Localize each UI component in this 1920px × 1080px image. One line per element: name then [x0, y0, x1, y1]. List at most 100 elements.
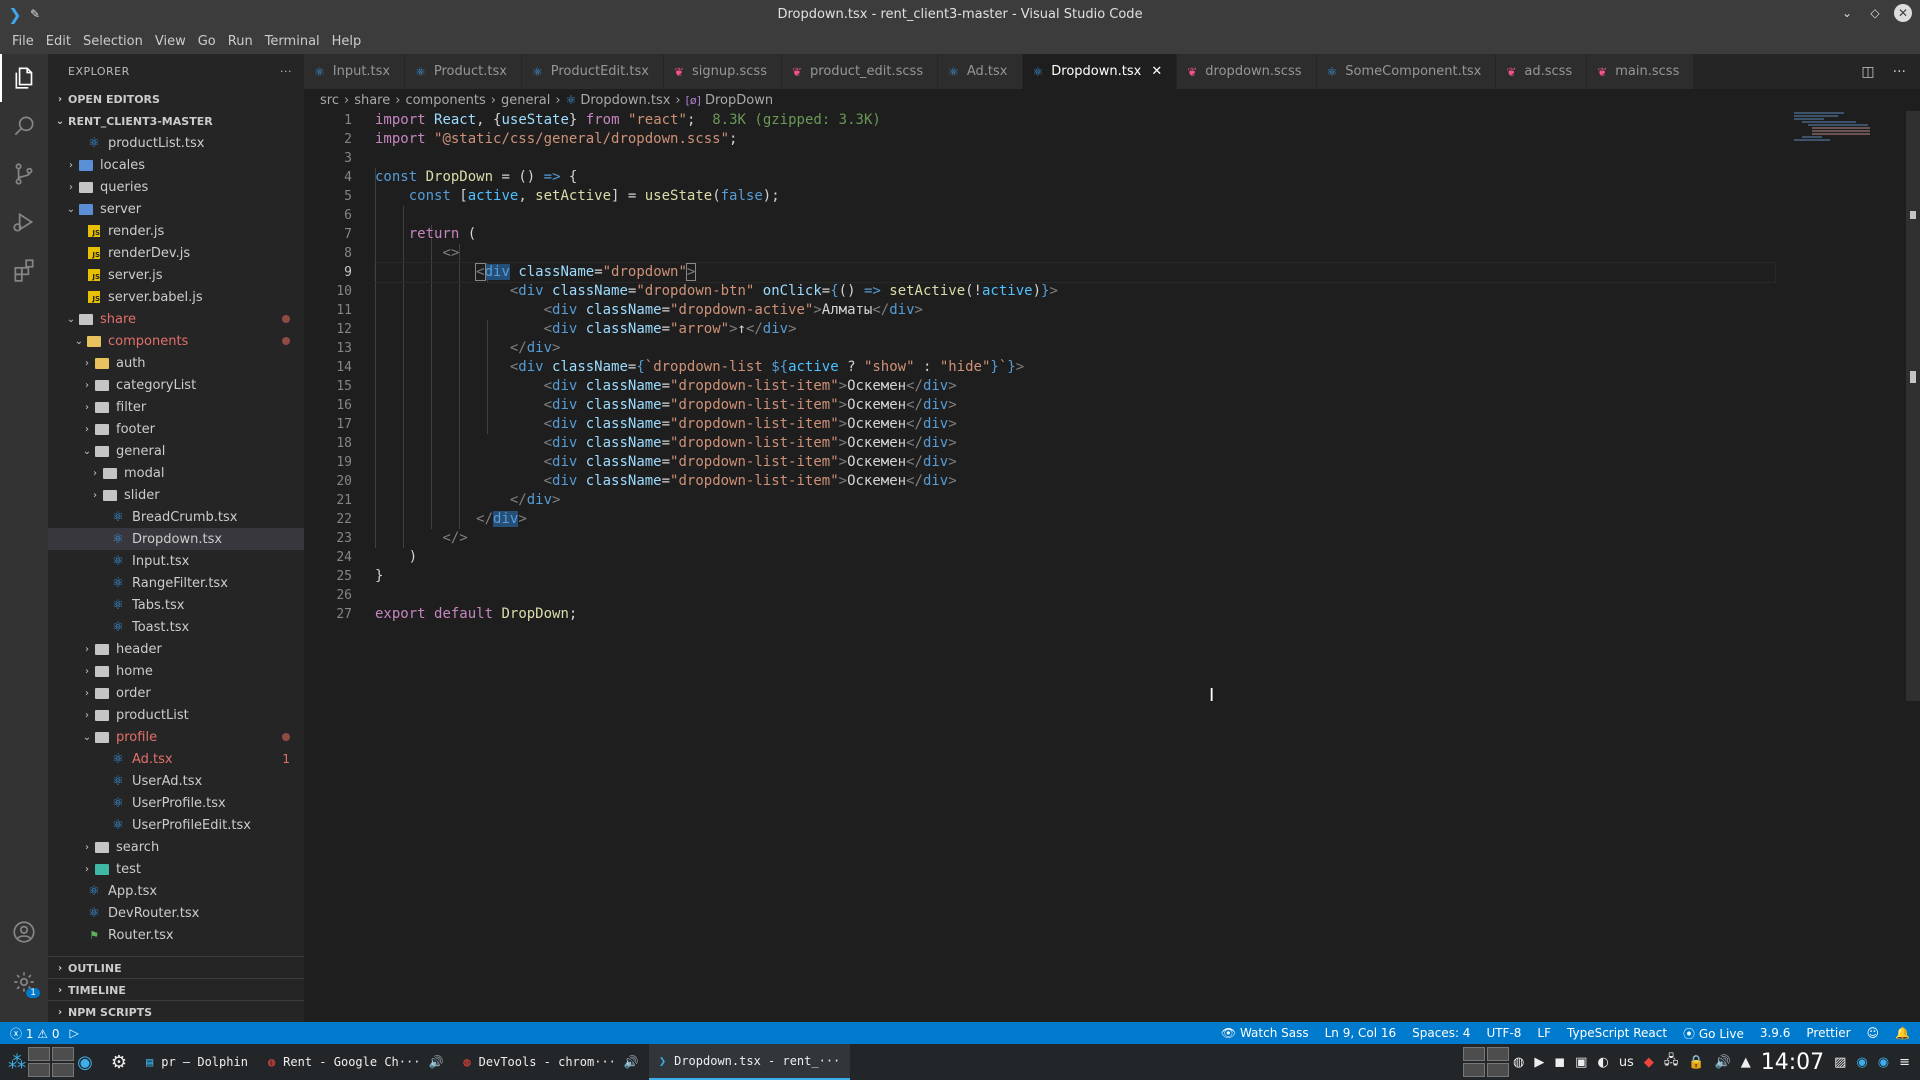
editor-tab[interactable]: ⚛ Dropdown.tsx ✕ [1022, 54, 1178, 89]
vpn-icon[interactable]: ◼ [1554, 1055, 1565, 1070]
window-overview-icon[interactable] [1463, 1047, 1510, 1077]
editor-tab[interactable]: ❦ main.scss [1587, 54, 1695, 89]
breadcrumb-symbol[interactable]: DropDown [705, 93, 773, 108]
end-of-line[interactable]: LF [1537, 1026, 1551, 1040]
problems-indicator[interactable]: ⓧ 1 ⚠ 0 [10, 1025, 60, 1042]
menu-edit[interactable]: Edit [40, 34, 77, 49]
editor-tab[interactable]: ❦ product_edit.scss [781, 54, 939, 89]
code-editor[interactable]: 1 2 3 4 5 6 7 8 9 10 11 12 13 14 15 16 17 18 19 20 21 22 23 24 2… [304, 111, 1920, 1022]
tree-file[interactable]: ⚛ Ad.tsx 1 [48, 748, 304, 770]
menu-view[interactable]: View [149, 34, 192, 49]
ts-version[interactable]: 3.9.6 [1760, 1026, 1791, 1040]
outline-section[interactable]: › OUTLINE [48, 957, 304, 979]
code-area[interactable]: import React, {useState} from "react"; 8… [374, 111, 1776, 624]
tree-file[interactable]: ⚛ DevRouter.tsx [48, 902, 304, 924]
lock-icon[interactable]: 🔒 [1688, 1055, 1704, 1070]
taskbar-task[interactable]: ▤ pr — Dolphin [136, 1044, 258, 1080]
editor-tab[interactable]: ⚛ Product.tsx [405, 54, 522, 89]
explorer-more-icon[interactable]: ··· [280, 65, 292, 78]
tree-folder[interactable]: › queries [48, 176, 304, 198]
tree-file[interactable]: ⚛ App.tsx [48, 880, 304, 902]
manage-gear-icon[interactable]: 1 [0, 958, 48, 1006]
tree-file[interactable]: ⚛ Dropdown.tsx [48, 528, 304, 550]
media-icon[interactable]: ▶ [1534, 1055, 1544, 1070]
globe-icon[interactable]: ◉ [70, 1047, 100, 1077]
tree-folder[interactable]: › test [48, 858, 304, 880]
tree-folder[interactable]: › modal [48, 462, 304, 484]
tree-folder[interactable]: › header [48, 638, 304, 660]
taskbar-task[interactable]: ❯ Dropdown.tsx - rent_··· [648, 1044, 851, 1080]
close-window-icon[interactable]: ✕ [1894, 4, 1912, 22]
tree-folder[interactable]: ⌄ components [48, 330, 304, 352]
security-icon[interactable]: ◐ [1597, 1055, 1608, 1070]
split-editor-icon[interactable]: ◫ [1861, 64, 1874, 80]
network-icon[interactable]: 🖧 [1664, 1051, 1679, 1073]
tree-folder[interactable]: ⌄ server [48, 198, 304, 220]
explorer-icon[interactable] [0, 54, 48, 102]
breadcrumb-share[interactable]: share [354, 93, 390, 108]
run-icon[interactable]: ▷ [70, 1026, 79, 1040]
minimap[interactable] [1794, 111, 1904, 171]
anydesk-icon[interactable]: ◆ [1644, 1055, 1654, 1070]
network-tool-icon[interactable]: ⚙ [104, 1047, 134, 1077]
tree-file[interactable]: ⚛ Tabs.tsx [48, 594, 304, 616]
close-tab-icon[interactable]: ✕ [1151, 64, 1162, 79]
tree-folder[interactable]: ⌄ share [48, 308, 304, 330]
menu-file[interactable]: File [6, 34, 40, 49]
tree-file[interactable]: ⚛ UserAd.tsx [48, 770, 304, 792]
taskbar-task[interactable]: ◍ DevTools - chrom··· 🔊 [453, 1044, 648, 1080]
editor-tab[interactable]: ⚛ Ad.tsx [938, 54, 1023, 89]
menu-run[interactable]: Run [222, 34, 259, 49]
tree-folder[interactable]: › auth [48, 352, 304, 374]
chat-icon[interactable]: ▣ [1575, 1055, 1587, 1070]
watch-sass-button[interactable]: 👁 Watch Sass [1221, 1026, 1309, 1040]
tree-folder[interactable]: › locales [48, 154, 304, 176]
breadcrumb-file[interactable]: Dropdown.tsx [580, 93, 670, 108]
editor-tab[interactable]: ⚛ SomeComponent.tsx [1316, 54, 1497, 89]
tree-file[interactable]: ⚛ RangeFilter.tsx [48, 572, 304, 594]
tree-folder[interactable]: › search [48, 836, 304, 858]
npm-scripts-section[interactable]: › NPM SCRIPTS [48, 1001, 304, 1023]
tree-file[interactable]: ⚛ Input.tsx [48, 550, 304, 572]
project-section[interactable]: ⌄ RENT_CLIENT3-MASTER [48, 110, 304, 132]
menu-icon[interactable]: ≡ [1899, 1055, 1910, 1070]
prettier-status[interactable]: Prettier [1806, 1026, 1850, 1040]
run-debug-icon[interactable] [0, 198, 48, 246]
feedback-icon[interactable]: ☺ [1867, 1026, 1880, 1040]
go-live-button[interactable]: ⦿ Go Live [1683, 1025, 1744, 1042]
tree-folder[interactable]: › filter [48, 396, 304, 418]
minimize-icon[interactable]: ⌄ [1838, 4, 1856, 22]
menu-selection[interactable]: Selection [77, 34, 149, 49]
tree-folder[interactable]: › categoryList [48, 374, 304, 396]
tree-file[interactable]: JS server.js [48, 264, 304, 286]
globe-tray-icon[interactable]: ◉ [1856, 1055, 1867, 1070]
tree-folder[interactable]: ⌄ profile [48, 726, 304, 748]
extensions-icon[interactable] [0, 246, 48, 294]
tree-file[interactable]: JS renderDev.js [48, 242, 304, 264]
tree-folder[interactable]: ⌄ general [48, 440, 304, 462]
editor-tab[interactable]: ❦ dropdown.scss [1177, 54, 1317, 89]
cursor-position[interactable]: Ln 9, Col 16 [1325, 1026, 1397, 1040]
breadcrumb-components[interactable]: components [405, 93, 485, 108]
encoding[interactable]: UTF-8 [1486, 1026, 1521, 1040]
source-control-icon[interactable] [0, 150, 48, 198]
tree-folder[interactable]: › order [48, 682, 304, 704]
pin-icon[interactable]: ✎ [30, 7, 50, 21]
editor-tab[interactable]: ❦ ad.scss [1496, 54, 1588, 89]
tree-file[interactable]: ⚛ productList.tsx [48, 132, 304, 154]
tree-file[interactable]: JS render.js [48, 220, 304, 242]
tree-file[interactable]: ⚛ BreadCrumb.tsx [48, 506, 304, 528]
breadcrumb-src[interactable]: src [320, 93, 339, 108]
keyboard-layout[interactable]: us [1619, 1055, 1634, 1070]
browser-tray-icon[interactable]: ◉ [1878, 1055, 1889, 1070]
volume-icon[interactable]: 🔊 [1715, 1055, 1731, 1070]
clock[interactable]: 14:07 [1761, 1050, 1824, 1075]
editor-tab[interactable]: ❦ signup.scss [663, 54, 782, 89]
tray-expand-icon[interactable]: ▲ [1741, 1055, 1751, 1070]
notifications-icon[interactable]: 🔔 [1895, 1026, 1910, 1040]
tree-file[interactable]: JS server.babel.js [48, 286, 304, 308]
tree-folder[interactable]: › productList [48, 704, 304, 726]
language-mode[interactable]: TypeScript React [1567, 1026, 1667, 1040]
accounts-icon[interactable] [0, 908, 48, 956]
tree-folder[interactable]: › footer [48, 418, 304, 440]
